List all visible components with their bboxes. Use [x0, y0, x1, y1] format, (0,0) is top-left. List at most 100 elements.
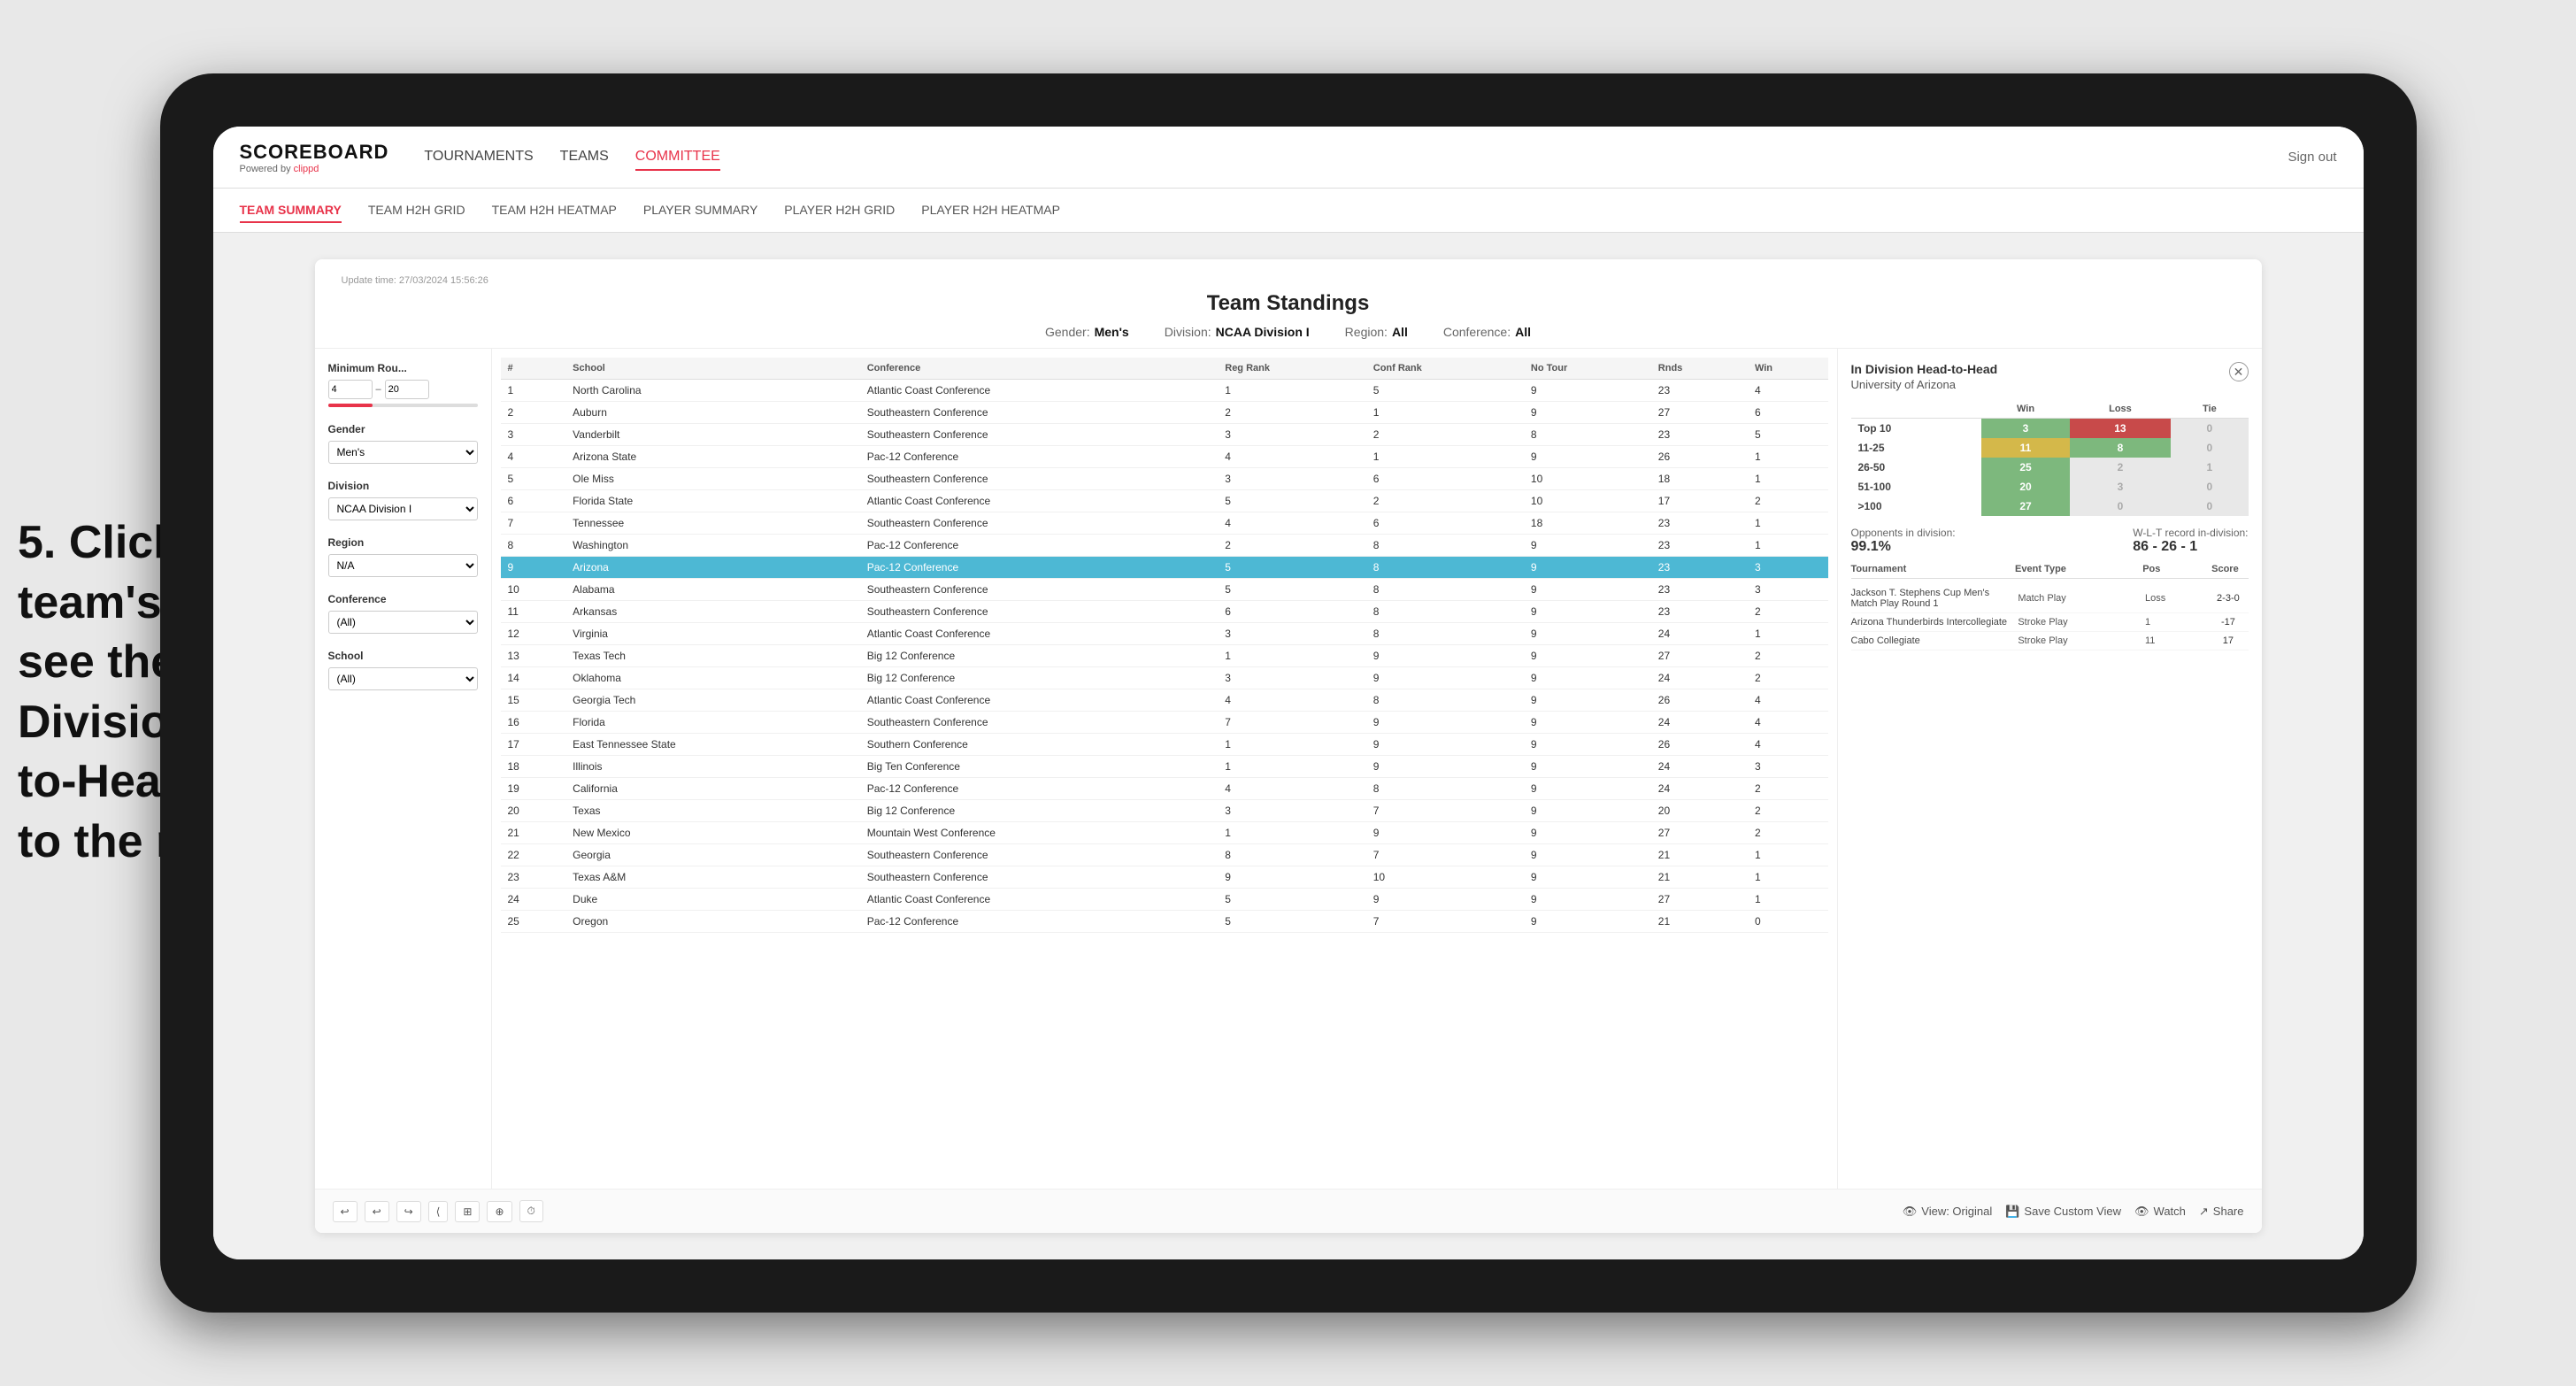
table-row[interactable]: 4 Arizona State Pac-12 Conference 4 1 9 …	[501, 446, 1828, 468]
cell-reg-rank: 5	[1218, 579, 1366, 601]
cell-no-tour: 10	[1524, 490, 1651, 512]
panel-body: Minimum Rou... – Gender	[315, 349, 2262, 1189]
nav-committee[interactable]: COMMITTEE	[635, 144, 720, 171]
watch-button[interactable]: 👁 Watch	[2134, 1205, 2186, 1219]
h2h-cell-loss: 0	[2070, 497, 2172, 516]
table-row[interactable]: 23 Texas A&M Southeastern Conference 9 1…	[501, 866, 1828, 889]
table-row[interactable]: 7 Tennessee Southeastern Conference 4 6 …	[501, 512, 1828, 535]
cell-rnds: 23	[1651, 601, 1748, 623]
undo2-button[interactable]: ↩	[365, 1201, 389, 1222]
tablet-device: SCOREBOARD Powered by clippd TOURNAMENTS…	[160, 73, 2417, 1313]
table-row[interactable]: 18 Illinois Big Ten Conference 1 9 9 24 …	[501, 756, 1828, 778]
undo-button[interactable]: ↩	[333, 1201, 358, 1222]
h2h-close-button[interactable]: ✕	[2229, 362, 2249, 381]
cell-rnds: 21	[1651, 866, 1748, 889]
tournament-result: 1	[2145, 617, 2201, 628]
cell-win: 0	[1748, 911, 1828, 933]
table-row[interactable]: 16 Florida Southeastern Conference 7 9 9…	[501, 712, 1828, 734]
table-row[interactable]: 22 Georgia Southeastern Conference 8 7 9…	[501, 844, 1828, 866]
step-back-button[interactable]: ⟨	[428, 1201, 449, 1222]
table-row[interactable]: 10 Alabama Southeastern Conference 5 8 9…	[501, 579, 1828, 601]
conference-select[interactable]: (All)	[328, 611, 478, 634]
cell-rnds: 24	[1651, 623, 1748, 645]
cell-num: 11	[501, 601, 566, 623]
table-row[interactable]: 6 Florida State Atlantic Coast Conferenc…	[501, 490, 1828, 512]
subnav-player-h2h-heatmap[interactable]: PLAYER H2H HEATMAP	[921, 198, 1060, 223]
table-row[interactable]: 3 Vanderbilt Southeastern Conference 3 2…	[501, 424, 1828, 446]
table-row[interactable]: 1 North Carolina Atlantic Coast Conferen…	[501, 380, 1828, 402]
cell-conf-rank: 8	[1366, 557, 1524, 579]
cell-no-tour: 9	[1524, 822, 1651, 844]
add-button[interactable]: ⊕	[487, 1201, 511, 1222]
cell-school: Ole Miss	[565, 468, 860, 490]
time-button[interactable]: ⏱	[519, 1200, 543, 1222]
h2h-cell-tie: 0	[2171, 438, 2248, 458]
gender-section: Gender Men's	[328, 423, 478, 464]
conference-filter-label: Conference:	[1443, 325, 1511, 339]
subnav-team-h2h-heatmap[interactable]: TEAM H2H HEATMAP	[492, 198, 617, 223]
division-select[interactable]: NCAA Division I	[328, 497, 478, 520]
subnav-team-summary[interactable]: TEAM SUMMARY	[240, 198, 342, 223]
gender-select[interactable]: Men's	[328, 441, 478, 464]
nav-tournaments[interactable]: TOURNAMENTS	[424, 144, 533, 171]
table-row[interactable]: 13 Texas Tech Big 12 Conference 1 9 9 27…	[501, 645, 1828, 667]
min-rounds-slider[interactable]	[328, 404, 478, 407]
cell-num: 9	[501, 557, 566, 579]
table-row[interactable]: 21 New Mexico Mountain West Conference 1…	[501, 822, 1828, 844]
cell-conference: Mountain West Conference	[860, 822, 1219, 844]
cell-conf-rank: 9	[1366, 667, 1524, 689]
cell-num: 12	[501, 623, 566, 645]
table-row[interactable]: 24 Duke Atlantic Coast Conference 5 9 9 …	[501, 889, 1828, 911]
region-select[interactable]: N/A	[328, 554, 478, 577]
main-content: Update time: 27/03/2024 15:56:26 Team St…	[213, 233, 2364, 1259]
cell-rnds: 23	[1651, 512, 1748, 535]
sign-out-button[interactable]: Sign out	[2288, 150, 2336, 165]
table-row[interactable]: 19 California Pac-12 Conference 4 8 9 24…	[501, 778, 1828, 800]
save-custom-button[interactable]: 💾 Save Custom View	[2005, 1205, 2121, 1219]
min-rounds-max-input[interactable]	[385, 380, 429, 399]
cell-reg-rank: 4	[1218, 689, 1366, 712]
h2h-cell-tie: 0	[2171, 419, 2248, 439]
subnav-team-h2h-grid[interactable]: TEAM H2H GRID	[368, 198, 465, 223]
share-button[interactable]: ↗ Share	[2199, 1205, 2244, 1219]
cell-reg-rank: 3	[1218, 667, 1366, 689]
tournament-result: Loss	[2145, 593, 2201, 604]
h2h-col-label	[1851, 400, 1982, 419]
table-row[interactable]: 14 Oklahoma Big 12 Conference 3 9 9 24 2	[501, 667, 1828, 689]
grid-button[interactable]: ⊞	[455, 1201, 480, 1222]
cell-reg-rank: 2	[1218, 402, 1366, 424]
standings-table: # School Conference Reg Rank Conf Rank N…	[501, 358, 1828, 933]
panel-filters: Gender: Men's Division: NCAA Division I …	[342, 325, 2235, 339]
cell-win: 3	[1748, 579, 1828, 601]
h2h-cell-win: 20	[1981, 477, 2069, 497]
subnav-player-summary[interactable]: PLAYER SUMMARY	[643, 198, 757, 223]
gender-label: Gender	[328, 423, 478, 435]
subnav-player-h2h-grid[interactable]: PLAYER H2H GRID	[784, 198, 895, 223]
table-row[interactable]: 25 Oregon Pac-12 Conference 5 7 9 21 0	[501, 911, 1828, 933]
h2h-cell-tie: 0	[2171, 497, 2248, 516]
table-row[interactable]: 11 Arkansas Southeastern Conference 6 8 …	[501, 601, 1828, 623]
table-row[interactable]: 12 Virginia Atlantic Coast Conference 3 …	[501, 623, 1828, 645]
table-row[interactable]: 17 East Tennessee State Southern Confere…	[501, 734, 1828, 756]
bottom-toolbar: ↩ ↩ ↪ ⟨ ⊞ ⊕ ⏱ 👁 View: Original	[315, 1189, 2262, 1233]
min-rounds-min-input[interactable]	[328, 380, 373, 399]
table-row[interactable]: 8 Washington Pac-12 Conference 2 8 9 23 …	[501, 535, 1828, 557]
table-row[interactable]: 15 Georgia Tech Atlantic Coast Conferenc…	[501, 689, 1828, 712]
nav-teams[interactable]: TEAMS	[560, 144, 609, 171]
table-row[interactable]: 2 Auburn Southeastern Conference 2 1 9 2…	[501, 402, 1828, 424]
cell-win: 2	[1748, 778, 1828, 800]
school-select[interactable]: (All)	[328, 667, 478, 690]
table-row[interactable]: 9 Arizona Pac-12 Conference 5 8 9 23 3	[501, 557, 1828, 579]
h2h-body: Top 10 3 13 0 11-25 11 8 0 26-50 25 2 1 …	[1851, 419, 2249, 517]
h2h-cell-win: 25	[1981, 458, 2069, 477]
cell-reg-rank: 1	[1218, 645, 1366, 667]
table-row[interactable]: 20 Texas Big 12 Conference 3 7 9 20 2	[501, 800, 1828, 822]
cell-rnds: 26	[1651, 734, 1748, 756]
cell-no-tour: 9	[1524, 446, 1651, 468]
cell-num: 7	[501, 512, 566, 535]
table-row[interactable]: 5 Ole Miss Southeastern Conference 3 6 1…	[501, 468, 1828, 490]
cell-rnds: 24	[1651, 756, 1748, 778]
view-original-button[interactable]: 👁 View: Original	[1903, 1205, 1992, 1219]
tournament-name: Jackson T. Stephens Cup Men's Match Play…	[1851, 588, 2011, 609]
redo-button[interactable]: ↪	[396, 1201, 421, 1222]
